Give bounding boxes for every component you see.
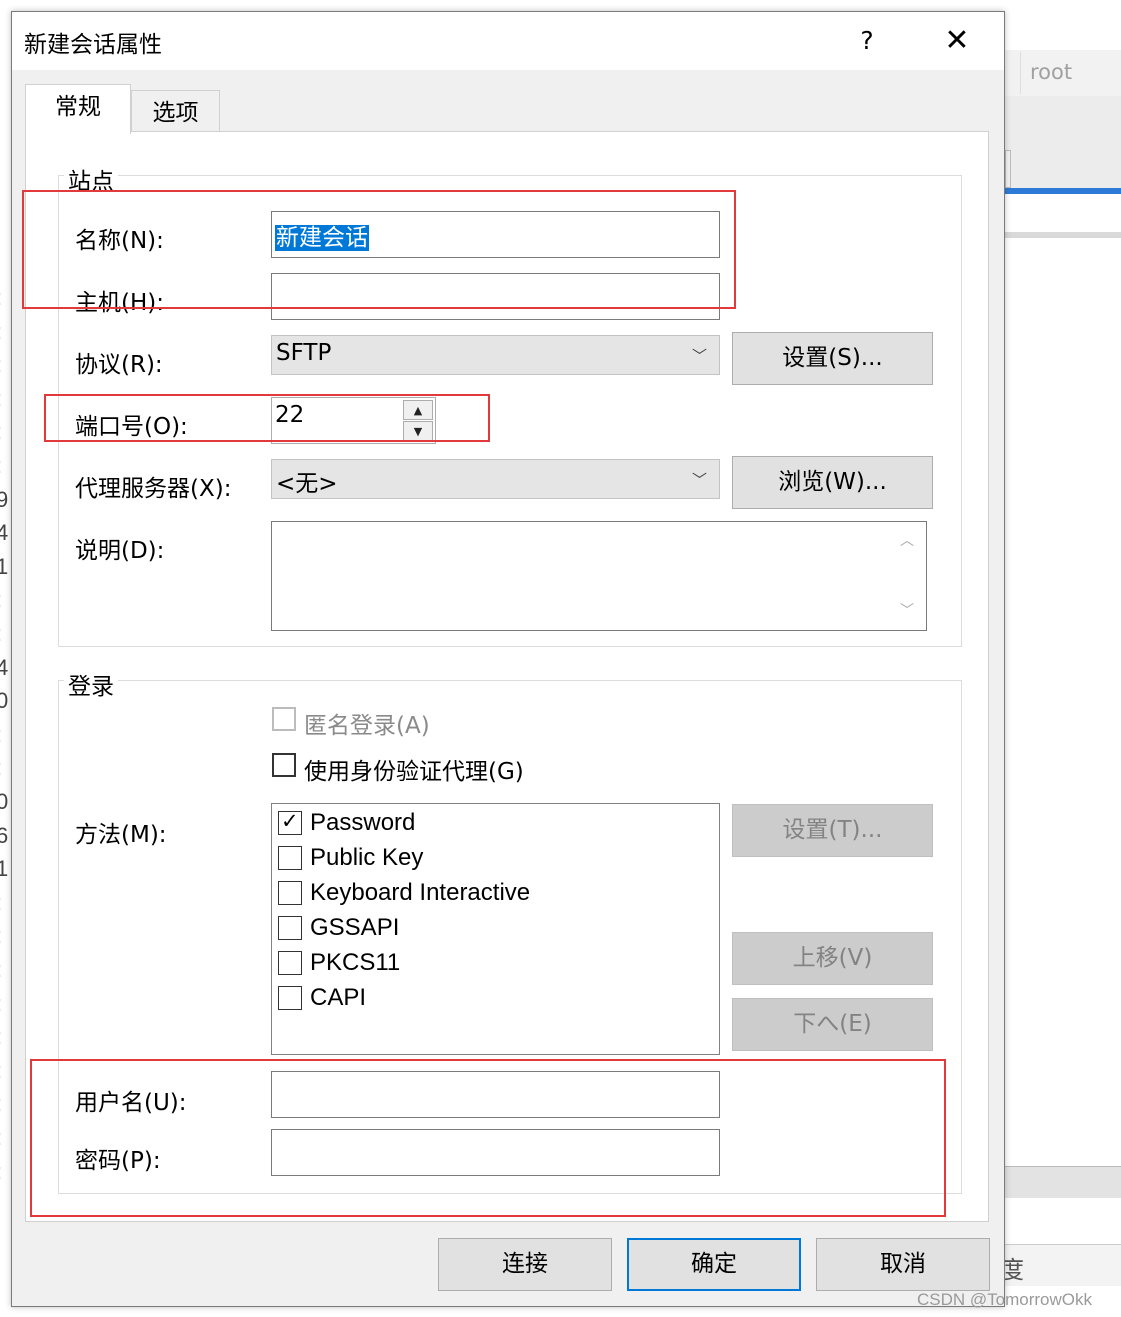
background-clipped-text: 1 (0, 856, 9, 882)
background-clipped-text: : (0, 722, 2, 748)
auth-agent-checkbox[interactable] (272, 753, 296, 777)
background-clipped-text: 4 (0, 654, 9, 680)
method-label: 方法(M): (75, 822, 167, 848)
method-pkcs11-checkbox[interactable] (278, 951, 302, 975)
title-bar: 新建会话属性 ? ✕ (12, 12, 1004, 70)
method-gssapi-label[interactable]: GSSAPI (310, 914, 399, 942)
tab-options[interactable]: 选项 (131, 90, 220, 132)
background-clipped-text: 4 (0, 520, 9, 546)
proxy-dropdown[interactable]: <无> ﹀ (271, 459, 720, 499)
background-clipped-text: 9 (0, 486, 9, 512)
tab-general[interactable]: 常规 (25, 84, 131, 134)
background-clipped-text: : (0, 755, 2, 781)
check-icon: ✓ (281, 809, 299, 833)
method-keyboard-checkbox[interactable] (278, 881, 302, 905)
background-clipped-text: : (0, 285, 2, 311)
method-settings-button[interactable]: 设置(T)... (732, 804, 933, 857)
background-clipped-text: : (0, 923, 2, 949)
background-clipped-text: 0 (0, 688, 9, 714)
background-panel (1005, 96, 1121, 188)
method-pkcs11-label[interactable]: PKCS11 (310, 949, 400, 977)
annotation-box-port (44, 394, 490, 442)
background-clipped-text: : (0, 352, 2, 378)
method-capi-label[interactable]: CAPI (310, 984, 366, 1012)
scroll-up-icon[interactable]: ︿ (900, 530, 914, 550)
background-clipped-text: : (0, 386, 2, 412)
help-button[interactable]: ? (847, 22, 887, 60)
background-clipped-text: : (0, 587, 2, 613)
browse-button[interactable]: 浏览(W)... (732, 456, 933, 509)
move-down-button[interactable]: 下へ(E) (732, 998, 933, 1051)
background-clipped-text: : (0, 1091, 2, 1117)
background-clipped-text: : (0, 991, 2, 1017)
protocol-dropdown[interactable]: SFTP ﹀ (271, 335, 720, 375)
protocol-value: SFTP (276, 340, 332, 366)
background-clipped-text: : (0, 621, 2, 647)
background-bottom-bar (1005, 1166, 1121, 1198)
background-clipped-text: : (0, 1024, 2, 1050)
auth-agent-label: 使用身份验证代理(G) (304, 759, 524, 785)
move-up-button[interactable]: 上移(V) (732, 932, 933, 985)
method-capi-checkbox[interactable] (278, 986, 302, 1010)
ok-button[interactable]: 确定 (627, 1238, 801, 1291)
background-clipped-text: : (0, 319, 2, 345)
cancel-button[interactable]: 取消 (816, 1238, 990, 1291)
background-clipped-text: 1 (0, 553, 9, 579)
method-publickey-checkbox[interactable] (278, 846, 302, 870)
anonymous-checkbox[interactable] (272, 707, 296, 731)
method-password-checkbox[interactable]: ✓ (278, 809, 302, 835)
background-clipped-text: : (0, 957, 2, 983)
close-button[interactable]: ✕ (932, 20, 982, 62)
background-clipped-text: : (0, 890, 2, 916)
annotation-box-name-host (22, 190, 736, 309)
watermark: CSDN @TomorrowOkk (917, 1290, 1092, 1309)
description-label: 说明(D): (75, 538, 165, 564)
method-publickey-label[interactable]: Public Key (310, 844, 423, 872)
proxy-value: <无> (276, 471, 338, 497)
method-password-label[interactable]: Password (310, 809, 415, 837)
background-clipped-text: : (0, 453, 2, 479)
connect-button[interactable]: 连接 (438, 1238, 612, 1291)
background-clipped-text: 6 (0, 822, 9, 848)
background-clipped-text: : (0, 1159, 2, 1185)
background-accent-line (1005, 188, 1121, 194)
dialog-title: 新建会话属性 (24, 32, 162, 58)
background-clipped-text: 0 (0, 789, 9, 814)
background-clipped-text: : (0, 419, 2, 445)
annotation-box-credentials (30, 1059, 946, 1217)
background-clipped-text: : (0, 1058, 2, 1084)
method-listbox[interactable]: ✓ Password Public Key Keyboard Interacti… (271, 803, 720, 1055)
anonymous-label: 匿名登录(A) (304, 713, 430, 739)
proxy-label: 代理服务器(X): (75, 476, 232, 502)
method-keyboard-label[interactable]: Keyboard Interactive (310, 879, 530, 907)
background-left-column: ::::::941::40::061::::::::: (0, 0, 11, 1317)
description-textarea[interactable]: ︿ ﹀ (271, 521, 927, 631)
background-clipped-text: : (0, 1125, 2, 1151)
background-tab (1005, 150, 1011, 188)
chevron-down-icon: ﹀ (692, 471, 708, 489)
background-divider (1005, 232, 1121, 238)
background-root-text: root (1030, 60, 1073, 84)
chevron-down-icon: ﹀ (692, 347, 708, 365)
method-gssapi-checkbox[interactable] (278, 916, 302, 940)
protocol-settings-button[interactable]: 设置(S)... (732, 332, 933, 385)
login-group-title: 登录 (64, 667, 118, 701)
protocol-label: 协议(R): (75, 352, 163, 378)
background-separator (1020, 52, 1021, 94)
scroll-down-icon[interactable]: ﹀ (900, 600, 914, 620)
